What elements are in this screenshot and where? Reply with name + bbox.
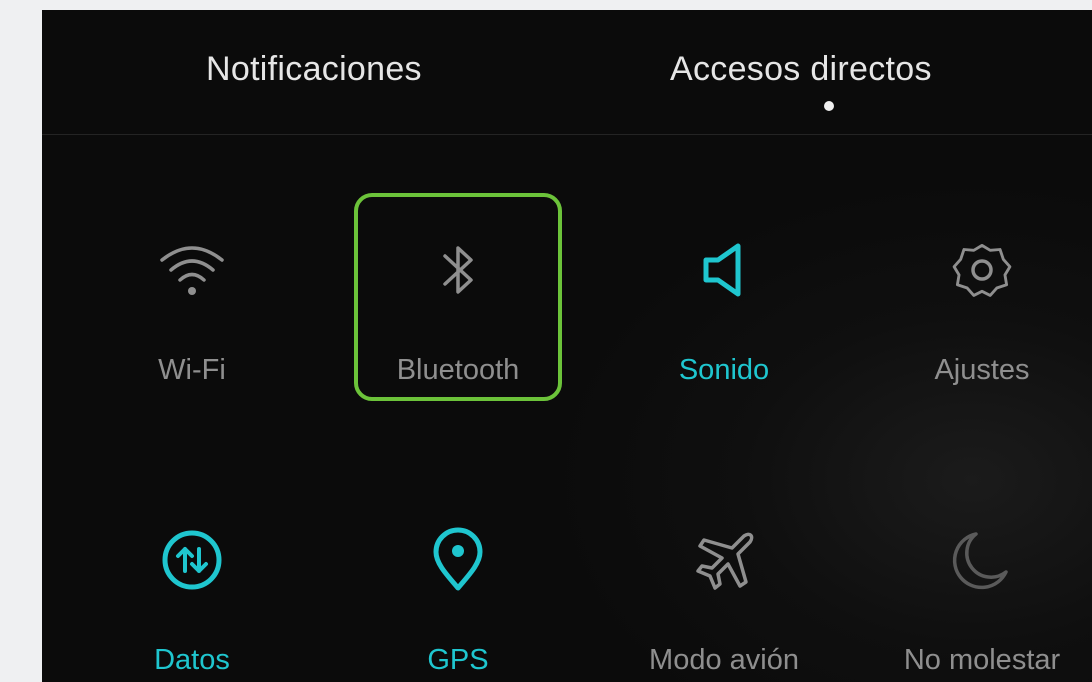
tile-label-datos: Datos [154, 644, 230, 676]
tile-gps[interactable]: GPS [358, 510, 558, 682]
gear-icon [940, 228, 1024, 312]
tile-datos[interactable]: Datos [92, 510, 292, 682]
tile-label-modo-avion: Modo avión [649, 644, 799, 676]
tab-accesos-directos[interactable]: Accesos directos [670, 50, 932, 89]
mobile-data-icon [150, 518, 234, 602]
tile-label-bluetooth: Bluetooth [396, 354, 520, 386]
tile-label-gps: GPS [427, 644, 489, 676]
tile-label-wifi: Wi-Fi [158, 354, 226, 386]
location-pin-icon [416, 518, 500, 602]
tab-notificaciones[interactable]: Notificaciones [206, 50, 422, 89]
tile-wifi[interactable]: Wi-Fi [92, 220, 292, 420]
tile-no-molestar[interactable]: No molestar [882, 510, 1082, 682]
tile-modo-avion[interactable]: Modo avión [624, 510, 824, 682]
sound-icon [682, 228, 766, 312]
active-tab-indicator [824, 101, 834, 111]
tile-sonido[interactable]: Sonido [624, 220, 824, 420]
quick-settings-panel: Notificaciones Accesos directos Wi-Fi Bl… [42, 10, 1092, 682]
screenshot-frame: Notificaciones Accesos directos Wi-Fi Bl… [0, 0, 1092, 682]
airplane-icon [682, 518, 766, 602]
tile-label-ajustes: Ajustes [934, 354, 1030, 386]
panel-tabs: Notificaciones Accesos directos [42, 10, 1092, 135]
moon-icon [940, 518, 1024, 602]
tile-ajustes[interactable]: Ajustes [882, 220, 1082, 420]
wifi-icon [150, 228, 234, 312]
tile-label-no-molestar: No molestar [903, 644, 1061, 676]
tile-bluetooth[interactable]: Bluetooth [358, 220, 558, 420]
bluetooth-icon [416, 228, 500, 312]
tile-label-sonido: Sonido [678, 354, 770, 386]
